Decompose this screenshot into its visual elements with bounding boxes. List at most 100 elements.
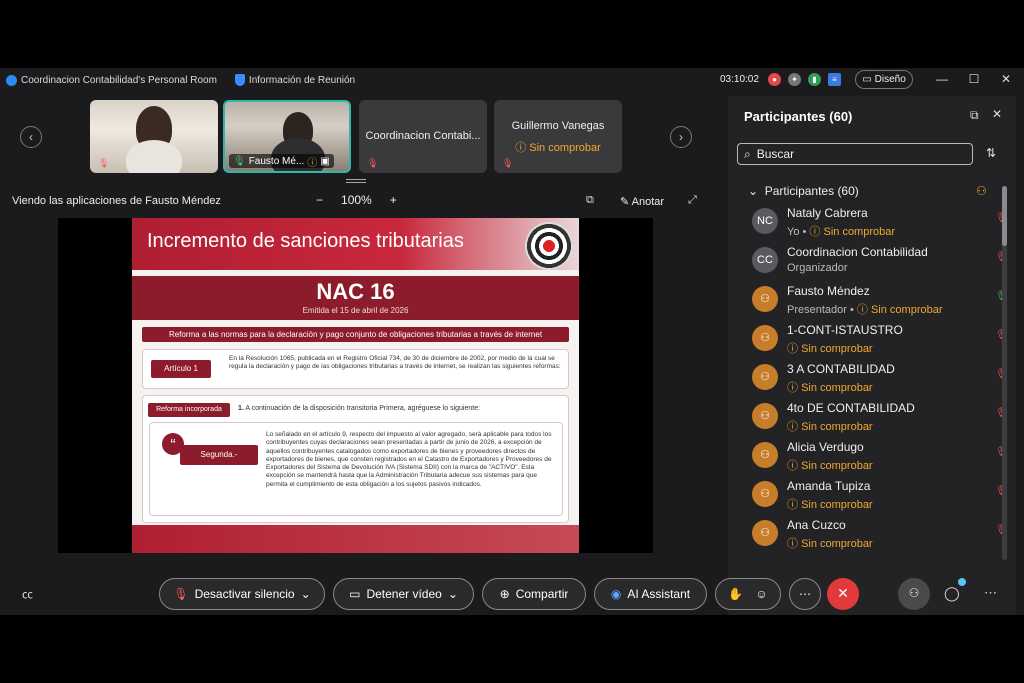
- share-button[interactable]: ⊕ Compartir: [482, 578, 586, 610]
- chevron-down-icon: ⌄: [748, 184, 759, 198]
- participant-name: 3 A CONTABILIDAD: [787, 362, 895, 376]
- chevron-left-icon[interactable]: ‹: [20, 126, 42, 148]
- segunda-label: Segunda.-: [180, 445, 258, 465]
- sort-icon[interactable]: ⇅: [986, 146, 996, 160]
- ai-assistant-icon: ◉: [610, 587, 622, 601]
- host-icon[interactable]: ⚇: [976, 184, 987, 198]
- annotate-label: Anotar: [631, 196, 665, 208]
- pop-out-icon[interactable]: ⧉: [586, 194, 594, 207]
- video-tile[interactable]: 🎙︎: [90, 100, 218, 173]
- layout-label: Diseño: [874, 74, 906, 85]
- participant-row[interactable]: ⚇ Fausto Méndez Presentador • ⓘ Sin comp…: [752, 282, 1008, 320]
- search-placeholder: Buscar: [756, 147, 795, 161]
- reforma-line: 1. A continuación de la disposición tran…: [238, 405, 480, 412]
- participant-row[interactable]: NC Nataly Cabrera Yo • ⓘ Sin comprobar 🎙…: [752, 204, 1008, 242]
- slide-header: Incremento de sanciones tributarias: [132, 218, 579, 270]
- stats-icon[interactable]: ▮: [808, 73, 821, 86]
- chevron-down-icon[interactable]: ⌄: [448, 587, 458, 601]
- meeting-info-link[interactable]: Información de Reunión: [249, 75, 355, 86]
- unmute-button[interactable]: 🎙︎ Desactivar silencio ⌄: [159, 578, 325, 610]
- shared-content: Incremento de sanciones tributarias NAC …: [58, 218, 653, 553]
- captions-icon[interactable]: ㏄: [22, 586, 33, 602]
- end-call-button[interactable]: ✕: [827, 578, 859, 610]
- participants-scrollbar[interactable]: [1002, 186, 1007, 560]
- video-tile-name: Fausto Mé...: [248, 155, 305, 167]
- chat-icon[interactable]: ◯: [944, 585, 960, 602]
- slide-title: Incremento de sanciones tributarias: [147, 230, 464, 252]
- participant-video-body: [126, 140, 182, 173]
- video-tile[interactable]: Guillermo Vanegas ⓘ Sin comprobar 🎙︎: [494, 100, 622, 173]
- participant-sub: ⓘ Sin comprobar: [787, 382, 873, 394]
- webex-logo-icon: [6, 74, 17, 86]
- participant-status: Sin comprobar: [801, 343, 873, 355]
- record-icon[interactable]: ●: [768, 73, 781, 86]
- meeting-window: Coordinacion Contabilidad's Personal Roo…: [0, 68, 1024, 615]
- scrollbar-thumb[interactable]: [1002, 186, 1007, 246]
- segunda-text: Lo señalado en el artículo 9, respecto d…: [266, 431, 552, 488]
- meeting-timer: 03:10:02: [720, 74, 759, 85]
- annotate-button[interactable]: ✎ Anotar: [620, 195, 664, 208]
- shield-icon[interactable]: [234, 74, 245, 86]
- avatar: CC: [752, 247, 778, 273]
- participant-sub: Presentador • ⓘ Sin comprobar: [787, 304, 943, 316]
- slide-footer: [132, 525, 579, 553]
- zoom-level: 100%: [341, 193, 372, 207]
- more-icon[interactable]: ⋯: [984, 585, 997, 601]
- drag-handle[interactable]: [346, 179, 366, 183]
- reactions-icon[interactable]: ☺: [755, 587, 767, 601]
- slide: Incremento de sanciones tributarias NAC …: [132, 218, 579, 553]
- video-tile-name: Coordinacion Contabi...: [365, 130, 481, 142]
- reforma-label: Reforma incorporada: [148, 403, 230, 417]
- ai-sparkle-icon[interactable]: ✦: [788, 73, 801, 86]
- raise-hand-icon[interactable]: ✋: [728, 587, 743, 601]
- participant-status: Sin comprobar: [823, 226, 896, 238]
- avatar-user-icon: ⚇: [752, 286, 778, 312]
- stop-video-button[interactable]: ▭ Detener vídeo ⌄: [333, 578, 474, 610]
- share-label: Compartir: [515, 587, 569, 601]
- participant-row[interactable]: ⚇ 1-CONT-ISTAUSTRO ⓘ Sin comprobar 🎙︎: [752, 321, 1008, 359]
- avatar-user-icon: ⚇: [752, 520, 778, 546]
- chevron-down-icon[interactable]: ⌄: [301, 587, 311, 601]
- video-tile[interactable]: Coordinacion Contabi... 🎙︎: [359, 100, 487, 173]
- participant-row[interactable]: ⚇ Alicia Verdugo ⓘ Sin comprobar 🎙︎: [752, 438, 1008, 476]
- avatar-user-icon: ⚇: [752, 442, 778, 468]
- zoom-out-icon[interactable]: −: [316, 193, 323, 207]
- participant-status: Sin comprobar: [801, 499, 873, 511]
- participant-name: Alicia Verdugo: [787, 440, 864, 454]
- more-options-button[interactable]: ⋯: [789, 578, 821, 610]
- participant-row[interactable]: ⚇ 3 A CONTABILIDAD ⓘ Sin comprobar 🎙︎: [752, 360, 1008, 398]
- participant-status: Sin comprobar: [801, 538, 873, 550]
- search-input[interactable]: ⌕ Buscar: [737, 143, 973, 165]
- avatar-user-icon: ⚇: [752, 403, 778, 429]
- layout-button[interactable]: ▭ Diseño: [855, 70, 913, 89]
- notification-dot: [958, 578, 966, 586]
- stop-video-label: Detener vídeo: [366, 587, 442, 601]
- participant-row[interactable]: ⚇ 4to DE CONTABILIDAD ⓘ Sin comprobar 🎙︎: [752, 399, 1008, 437]
- participant-name: Ana Cuzco: [787, 518, 846, 532]
- ai-assistant-button[interactable]: ◉ AI Assistant: [594, 578, 707, 610]
- participant-row[interactable]: ⚇ Amanda Tupiza ⓘ Sin comprobar 🎙︎: [752, 477, 1008, 515]
- video-tile-active[interactable]: 🎙︎ Fausto Mé... ⓘ ▣: [223, 100, 351, 173]
- pop-out-panel-icon[interactable]: ⧉: [970, 108, 979, 123]
- close-window-icon[interactable]: ✕: [998, 72, 1014, 86]
- chevron-right-icon[interactable]: ›: [670, 126, 692, 148]
- close-panel-icon[interactable]: ✕: [992, 107, 1002, 121]
- participant-row[interactable]: CC Coordinacion Contabilidad Organizador…: [752, 243, 1008, 281]
- participants-section[interactable]: ⌄ Participantes (60): [748, 184, 859, 198]
- reform-ribbon: Reforma a las normas para la declaración…: [142, 327, 569, 342]
- avatar-user-icon: ⚇: [752, 364, 778, 390]
- section-label: Participantes (60): [764, 184, 859, 198]
- fullscreen-icon[interactable]: ⤢: [688, 194, 697, 207]
- participant-row[interactable]: ⚇ Ana Cuzco ⓘ Sin comprobar 🎙︎: [752, 516, 1008, 554]
- articulo-box: Artículo 1 En la Resolución 1065, public…: [142, 349, 569, 389]
- notes-icon[interactable]: ≡: [828, 73, 841, 86]
- participant-status: Sin comprobar: [870, 304, 943, 316]
- maximize-icon[interactable]: ☐: [966, 72, 982, 86]
- video-tile-status: ⓘ Sin comprobar: [515, 142, 601, 154]
- participant-sub: ⓘ Sin comprobar: [787, 421, 873, 433]
- mic-muted-icon: 🎙︎: [173, 587, 189, 601]
- minimize-icon[interactable]: —: [934, 72, 950, 86]
- participants-button[interactable]: ⚇: [898, 578, 930, 610]
- zoom-in-icon[interactable]: +: [390, 193, 397, 207]
- target-icon: [525, 222, 573, 270]
